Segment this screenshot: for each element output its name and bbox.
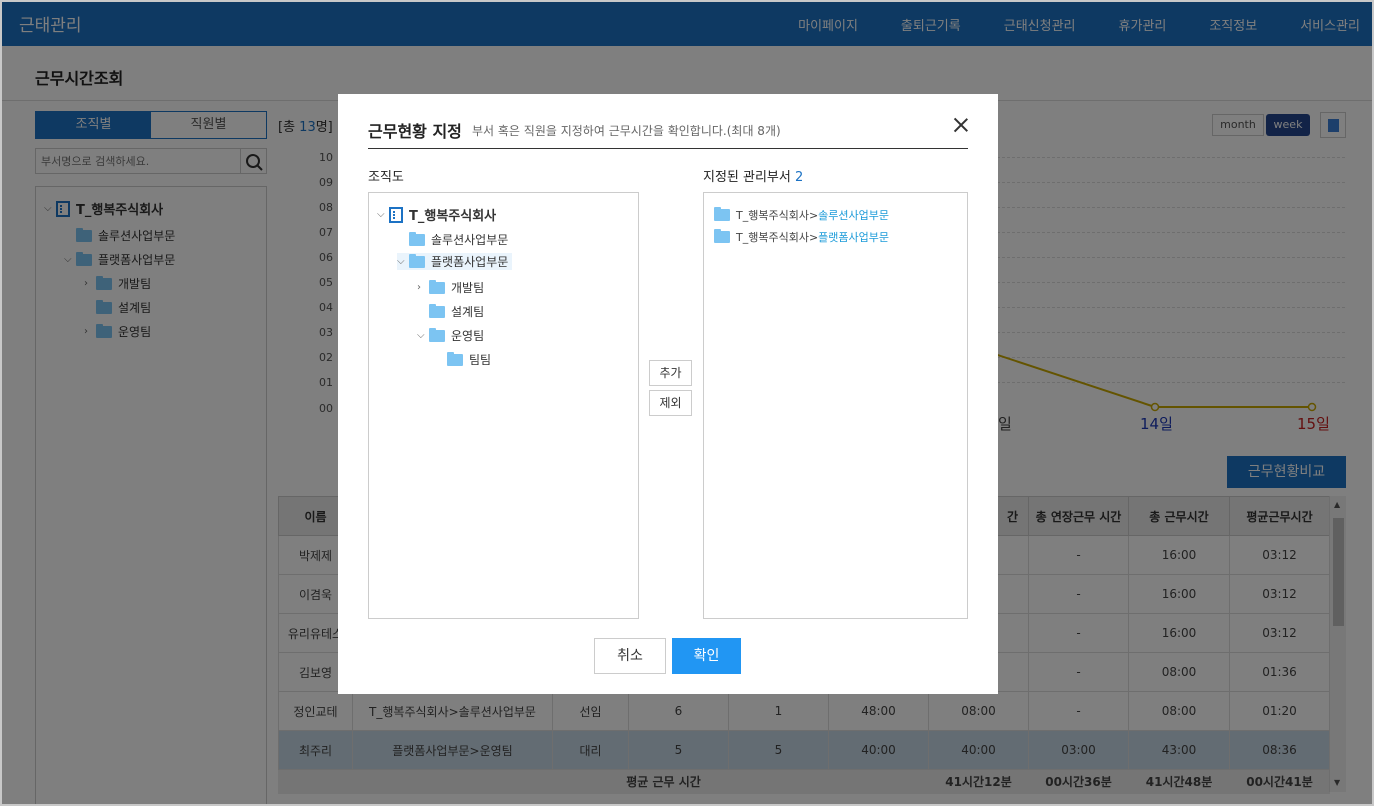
chevron-down-icon[interactable]: ⌵ — [397, 256, 409, 267]
modal-tree-root[interactable]: ⌵ T_행복주식회사 — [377, 205, 496, 224]
modal-tree-node-design[interactable]: 설계팀 — [429, 303, 484, 320]
modal-subtitle: 부서 혹은 직원을 지정하여 근무시간을 확인합니다.(최대 8개) — [472, 124, 781, 138]
add-button[interactable]: 추가 — [649, 360, 692, 386]
folder-icon — [429, 279, 445, 294]
assigned-item[interactable]: T_행복주식회사> 플랫폼사업부문 — [714, 229, 889, 245]
modal-tree-node-solution[interactable]: 솔루션사업부문 — [409, 231, 508, 248]
folder-icon — [409, 253, 425, 268]
building-icon — [389, 206, 403, 223]
modal-tree-node-ops[interactable]: ⌵ 운영팀 — [417, 327, 484, 344]
org-tree-box: ⌵ T_행복주식회사 솔루션사업부문 ⌵ 플랫폼사업부문 › 개발팀 설계팀 ⌵… — [368, 192, 639, 619]
chevron-down-icon[interactable]: ⌵ — [377, 209, 389, 220]
work-status-modal: 근무현황 지정 부서 혹은 직원을 지정하여 근무시간을 확인합니다.(최대 8… — [338, 94, 998, 694]
modal-tree-node-dev[interactable]: › 개발팀 — [417, 279, 484, 296]
assigned-item[interactable]: T_행복주식회사> 솔루션사업부문 — [714, 207, 889, 223]
folder-icon — [714, 229, 730, 243]
chevron-down-icon[interactable]: ⌵ — [417, 330, 429, 341]
assigned-dept-label: 지정된 관리부서 2 — [703, 170, 804, 185]
folder-icon — [429, 303, 445, 318]
app-frame: 근태관리 마이페이지 출퇴근기록 근태신청관리 휴가관리 조직정보 서비스관리 … — [0, 0, 1374, 806]
confirm-button[interactable]: 확인 — [672, 638, 741, 674]
assigned-count: 2 — [795, 170, 804, 185]
divider — [368, 148, 968, 149]
chevron-right-icon[interactable]: › — [417, 282, 429, 293]
close-icon[interactable] — [952, 116, 970, 134]
modal-tree-node-team[interactable]: 팀팀 — [447, 351, 491, 368]
folder-icon — [429, 327, 445, 342]
org-chart-label: 조직도 — [368, 170, 404, 185]
remove-button[interactable]: 제외 — [649, 390, 692, 416]
modal-tree-node-platform[interactable]: ⌵ 플랫폼사업부문 — [397, 253, 513, 270]
folder-icon — [447, 351, 463, 366]
folder-icon — [714, 207, 730, 221]
folder-icon — [409, 231, 425, 246]
modal-title: 근무현황 지정 — [368, 122, 462, 141]
assigned-dept-box: T_행복주식회사> 솔루션사업부문 T_행복주식회사> 플랫폼사업부문 — [703, 192, 968, 619]
cancel-button[interactable]: 취소 — [594, 638, 666, 674]
